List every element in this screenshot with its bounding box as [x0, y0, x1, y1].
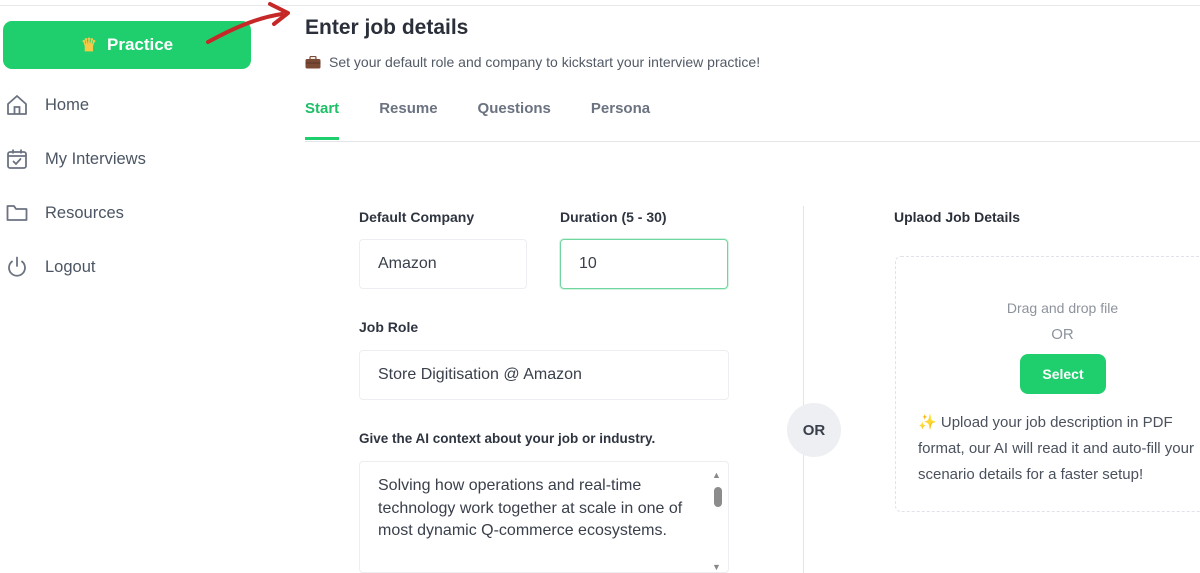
sidebar-item-label: Logout — [45, 257, 96, 276]
tab-start[interactable]: Start — [305, 100, 340, 140]
scrollbar-thumb[interactable] — [714, 487, 722, 507]
tab-bar: Start Resume Questions Persona — [305, 100, 650, 140]
top-divider — [0, 5, 1200, 6]
tabs-divider — [305, 141, 1200, 142]
context-label: Give the AI context about your job or in… — [359, 431, 656, 446]
or-badge: OR — [787, 403, 841, 457]
context-textarea[interactable]: Solving how operations and real-time tec… — [359, 461, 729, 573]
drag-drop-text: Drag and drop file — [1006, 300, 1119, 316]
sidebar-item-logout[interactable]: Logout — [5, 255, 95, 279]
tab-persona[interactable]: Persona — [591, 100, 650, 140]
home-icon — [7, 95, 27, 115]
scroll-up-icon[interactable]: ▲ — [712, 470, 721, 480]
practice-button-label: Practice — [106, 35, 174, 54]
page-subtitle: Set your default role and company to kic… — [305, 54, 760, 70]
sidebar-item-label: My Interviews — [45, 149, 146, 168]
sidebar-item-resources[interactable]: Resources — [5, 201, 124, 225]
duration-label: Duration (5 - 30) — [560, 209, 667, 225]
job-role-field[interactable]: Store Digitisation @ Amazon — [359, 350, 729, 400]
power-icon — [8, 256, 26, 277]
upload-title: Uplaod Job Details — [894, 209, 1021, 225]
job-role-label: Job Role — [359, 319, 419, 335]
sidebar-item-label: Resources — [45, 203, 124, 222]
duration-field[interactable]: 10 — [560, 239, 728, 289]
select-file-button[interactable]: Select — [1020, 354, 1106, 394]
vertical-divider — [803, 206, 804, 573]
sidebar-item-home[interactable]: Home — [5, 93, 89, 117]
upload-description-text: Upload your job description in PDF forma… — [918, 414, 1194, 483]
calendar-check-icon — [7, 149, 27, 169]
sidebar-item-my-interviews[interactable]: My Interviews — [5, 147, 146, 171]
upload-description: ✨ Upload your job description in PDF for… — [918, 410, 1200, 488]
briefcase-icon — [305, 55, 321, 68]
crown-icon: ♛ — [80, 35, 97, 55]
tab-questions[interactable]: Questions — [478, 100, 551, 140]
folder-icon — [6, 205, 28, 221]
page-title: Enter job details — [305, 16, 469, 39]
upload-or-text: OR — [1051, 326, 1074, 343]
tab-resume[interactable]: Resume — [379, 100, 437, 140]
sidebar-item-label: Home — [45, 95, 90, 114]
sparkle-icon: ✨ — [918, 414, 937, 431]
scroll-down-icon[interactable]: ▼ — [712, 562, 721, 572]
company-label: Default Company — [359, 209, 475, 225]
subtitle-text: Set your default role and company to kic… — [329, 54, 761, 70]
textarea-scrollbar[interactable]: ▲ ▼ — [712, 470, 724, 572]
annotation-arrow-icon — [206, 2, 290, 44]
company-field[interactable]: Amazon — [359, 239, 527, 289]
